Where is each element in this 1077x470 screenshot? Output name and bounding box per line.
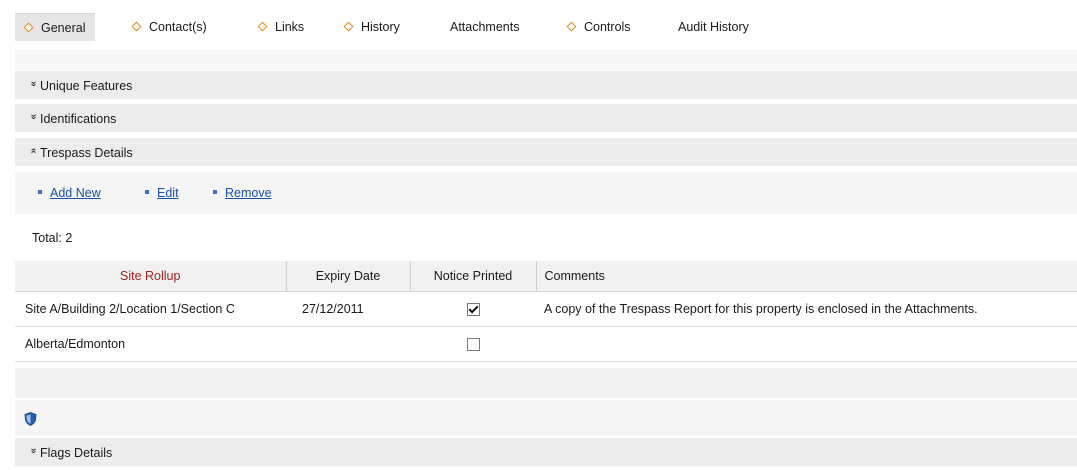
grid-footer — [15, 368, 1077, 398]
diamond-icon — [343, 21, 354, 32]
section-trespass-details[interactable]: «Trespass Details — [15, 138, 1077, 168]
expiry-cell — [286, 326, 410, 362]
status-icon-row — [15, 400, 1077, 436]
site-cell: Site A/Building 2/Location 1/Section C — [15, 291, 286, 327]
tab-content-top — [15, 50, 1077, 70]
chevron-double-down-icon: » — [28, 448, 39, 454]
remove-link[interactable]: Remove — [213, 186, 272, 200]
notice-printed-checkbox[interactable] — [466, 303, 480, 317]
diamond-icon — [131, 21, 142, 32]
comments-cell — [536, 326, 1077, 362]
tab-general[interactable]: General — [15, 13, 96, 41]
notice-printed-cell — [410, 291, 536, 327]
section-flags-details[interactable]: »Flags Details — [15, 438, 1077, 468]
notice-printed-cell — [410, 326, 536, 362]
chevron-double-up-icon: « — [28, 148, 39, 154]
diamond-icon — [23, 22, 34, 33]
tab-history[interactable]: History — [335, 13, 410, 41]
column-header-expiry-date[interactable]: Expiry Date — [286, 261, 411, 292]
chevron-double-down-icon: » — [28, 114, 39, 120]
section-identifications[interactable]: »Identifications — [15, 104, 1077, 134]
trespass-grid: Site Rollup Expiry Date Notice Printed C… — [15, 261, 1077, 362]
bullet-icon — [145, 190, 149, 194]
table-row[interactable]: Alberta/Edmonton — [15, 326, 1077, 362]
table-row[interactable]: Site A/Building 2/Location 1/Section C 2… — [15, 291, 1077, 327]
site-cell: Alberta/Edmonton — [15, 326, 286, 362]
tab-attachments[interactable]: Attachments — [440, 13, 529, 41]
section-unique-features[interactable]: »Unique Features — [15, 71, 1077, 101]
bullet-icon — [38, 190, 42, 194]
notice-printed-checkbox[interactable] — [466, 338, 480, 352]
edit-link[interactable]: Edit — [145, 186, 179, 200]
tab-audit-history[interactable]: Audit History — [668, 13, 759, 41]
column-header-comments[interactable]: Comments — [536, 261, 1077, 292]
tab-bar: General Contact(s) Links History Attachm… — [0, 0, 1077, 50]
trespass-action-bar: Add New Edit Remove — [15, 172, 1077, 214]
column-header-notice-printed[interactable]: Notice Printed — [410, 261, 537, 292]
diamond-icon — [257, 21, 268, 32]
add-new-link[interactable]: Add New — [38, 186, 101, 200]
column-header-site-rollup[interactable]: Site Rollup — [15, 261, 287, 292]
shield-icon[interactable] — [24, 412, 37, 426]
chevron-double-down-icon: » — [28, 81, 39, 87]
tab-links[interactable]: Links — [249, 13, 314, 41]
diamond-icon — [566, 21, 577, 32]
bullet-icon — [213, 190, 217, 194]
tab-contacts[interactable]: Contact(s) — [123, 13, 217, 41]
total-count: Total: 2 — [32, 231, 73, 245]
expiry-cell: 27/12/2011 — [286, 291, 410, 327]
comments-cell: A copy of the Trespass Report for this p… — [536, 291, 1077, 327]
tab-controls[interactable]: Controls — [558, 13, 641, 41]
